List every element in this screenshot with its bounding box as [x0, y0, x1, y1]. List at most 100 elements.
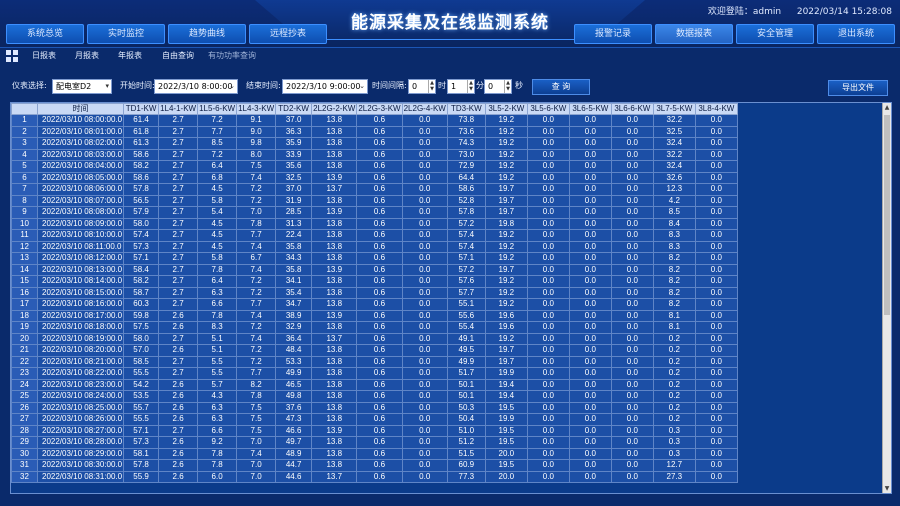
column-header[interactable]: 3L6-6-KW: [610, 103, 654, 115]
export-file-button[interactable]: 导出文件: [828, 80, 888, 96]
table-row[interactable]: 22 2022/03/10 08:21:00.0 58.5 2.7 5.5 7.2 53.3…: [11, 355, 738, 368]
column-header[interactable]: 3L5-6-KW: [526, 103, 570, 115]
column-header[interactable]: [11, 103, 38, 115]
value-cell: 0.6: [356, 298, 403, 311]
column-header[interactable]: 3L7-5-KW: [652, 103, 696, 115]
table-row[interactable]: 31 2022/03/10 08:30:00.0 57.8 2.6 7.8 7.0 44.7…: [11, 459, 738, 472]
hour-stepper[interactable]: 0 ▲ ▼: [408, 79, 436, 94]
table-row[interactable]: 27 2022/03/10 08:26:00.0 55.5 2.6 6.3 7.5 47.3…: [11, 413, 738, 426]
table-row[interactable]: 28 2022/03/10 08:27:00.0 57.1 2.7 6.6 7.5 46.6…: [11, 424, 738, 437]
column-header[interactable]: 3L8-4-KW: [694, 103, 738, 115]
table-row[interactable]: 8 2022/03/10 08:07:00.0 56.5 2.7 5.8 7.2 31.9 1…: [11, 194, 738, 207]
row-number: 16: [11, 286, 38, 299]
spinner-arrows-icon[interactable]: ▲ ▼: [428, 80, 435, 93]
nav-system-overview[interactable]: 系统总览: [6, 24, 84, 44]
table-row[interactable]: 10 2022/03/10 08:09:00.0 58.0 2.7 4.5 7.8 31.3…: [11, 217, 738, 230]
table-row[interactable]: 25 2022/03/10 08:24:00.0 53.5 2.6 4.3 7.8 49.8…: [11, 390, 738, 403]
value-cell: 6.4: [197, 275, 238, 288]
query-button[interactable]: 查 询: [532, 79, 590, 95]
table-row[interactable]: 30 2022/03/10 08:29:00.0 58.1 2.6 7.8 7.4 48.9…: [11, 447, 738, 460]
table-row[interactable]: 3 2022/03/10 08:02:00.0 61.3 2.7 8.5 9.8 35.9 1…: [11, 137, 738, 150]
table-row[interactable]: 5 2022/03/10 08:04:00.0 58.2 2.7 6.4 7.5 35.6 1…: [11, 160, 738, 173]
value-cell: 2.7: [158, 114, 199, 127]
table-row[interactable]: 1 2022/03/10 08:00:00.0 61.4 2.7 7.2 9.1 37.0 1…: [11, 114, 738, 127]
value-cell: 0.6: [356, 217, 403, 230]
table-row[interactable]: 17 2022/03/10 08:16:00.0 60.3 2.7 6.6 7.7 34.7…: [11, 298, 738, 311]
column-header[interactable]: TD3-KW: [446, 103, 486, 115]
table-row[interactable]: 24 2022/03/10 08:23:00.0 54.2 2.6 5.7 8.2 46.5…: [11, 378, 738, 391]
spinner-arrows-icon[interactable]: ▲ ▼: [467, 80, 474, 93]
table-row[interactable]: 14 2022/03/10 08:13:00.0 58.4 2.7 7.8 7.4 35.8…: [11, 263, 738, 276]
nav-trend-curve[interactable]: 趋势曲线: [168, 24, 246, 44]
table-row[interactable]: 6 2022/03/10 08:05:00.0 58.6 2.7 6.8 7.4 32.5 1…: [11, 171, 738, 184]
scroll-up-icon[interactable]: ▲: [883, 103, 891, 112]
tab-yearly-report[interactable]: 年报表: [118, 50, 142, 61]
nav-security[interactable]: 安全管理: [736, 24, 814, 44]
nav-data-report[interactable]: 数据报表: [655, 24, 733, 44]
column-header[interactable]: 3L6-5-KW: [568, 103, 612, 115]
table-row[interactable]: 12 2022/03/10 08:11:00.0 57.3 2.7 4.5 7.4 35.8…: [11, 240, 738, 253]
table-row[interactable]: 15 2022/03/10 08:14:00.0 58.2 2.7 6.4 7.2 34.1…: [11, 275, 738, 288]
table-row[interactable]: 20 2022/03/10 08:19:00.0 58.0 2.7 5.1 7.4 36.4…: [11, 332, 738, 345]
value-cell: 0.0: [401, 148, 448, 161]
value-cell: 36.3: [275, 125, 313, 138]
time-cell: 2022/03/10 08:29:00.0: [36, 447, 125, 460]
table-row[interactable]: 18 2022/03/10 08:17:00.0 59.8 2.6 7.8 7.4 38.9…: [11, 309, 738, 322]
scrollbar-thumb[interactable]: [884, 115, 890, 315]
nav-exit[interactable]: 退出系统: [817, 24, 895, 44]
table-row[interactable]: 7 2022/03/10 08:06:00.0 57.8 2.7 4.5 7.2 37.0 1…: [11, 183, 738, 196]
column-header[interactable]: 时间: [36, 103, 125, 115]
value-cell: 0.0: [568, 378, 612, 391]
tab-free-query[interactable]: 自由查询: [162, 50, 194, 61]
nav-alarm-records[interactable]: 报警记录: [574, 24, 652, 44]
start-time-picker[interactable]: 2022/3/10 8:00:00 ⌄: [154, 79, 238, 94]
tab-active-power-query[interactable]: 有功功率查询: [208, 50, 256, 61]
table-row[interactable]: 4 2022/03/10 08:03:00.0 58.6 2.7 7.2 8.0 33.9 1…: [11, 148, 738, 161]
column-header[interactable]: 1L4-1-KW: [158, 103, 199, 115]
value-cell: 0.0: [610, 309, 654, 322]
column-header[interactable]: 1L5-6-KW: [197, 103, 238, 115]
value-cell: 8.4: [652, 217, 696, 230]
nav-realtime-monitor[interactable]: 实时监控: [87, 24, 165, 44]
table-row[interactable]: 19 2022/03/10 08:18:00.0 57.5 2.6 8.3 7.2 32.9…: [11, 321, 738, 334]
column-header[interactable]: TD2-KW: [275, 103, 313, 115]
table-row[interactable]: 16 2022/03/10 08:15:00.0 58.7 2.7 6.3 7.2 35.4…: [11, 286, 738, 299]
table-row[interactable]: 29 2022/03/10 08:28:00.0 57.3 2.6 9.2 7.0 49.7…: [11, 436, 738, 449]
vertical-scrollbar[interactable]: ▲ ▼: [882, 103, 891, 493]
time-cell: 2022/03/10 08:04:00.0: [36, 160, 125, 173]
column-header[interactable]: 2L2G-2-KW: [311, 103, 358, 115]
value-cell: 19.9: [484, 413, 528, 426]
value-cell: 2.6: [158, 413, 199, 426]
tab-daily-report[interactable]: 日报表: [32, 50, 56, 61]
value-cell: 0.0: [568, 125, 612, 138]
spinner-arrows-icon[interactable]: ▲ ▼: [504, 80, 511, 93]
scroll-down-icon[interactable]: ▼: [883, 484, 891, 493]
meter-select[interactable]: 配电室D2 ▾: [52, 79, 112, 94]
tab-monthly-report[interactable]: 月报表: [75, 50, 99, 61]
column-header[interactable]: TD1-KW: [123, 103, 160, 115]
table-row[interactable]: 21 2022/03/10 08:20:00.0 57.0 2.6 5.1 7.2 48.4…: [11, 344, 738, 357]
row-number: 25: [11, 390, 38, 403]
column-header[interactable]: 3L5-2-KW: [484, 103, 528, 115]
column-header[interactable]: 2L2G-4-KW: [401, 103, 448, 115]
minute-stepper[interactable]: 1 ▲ ▼: [447, 79, 475, 94]
table-row[interactable]: 32 2022/03/10 08:31:00.0 55.9 2.6 6.0 7.0 44.6…: [11, 470, 738, 483]
column-header[interactable]: 2L2G-3-KW: [356, 103, 403, 115]
value-cell: 19.7: [484, 344, 528, 357]
value-cell: 13.8: [311, 148, 358, 161]
table-row[interactable]: 23 2022/03/10 08:22:00.0 55.5 2.7 5.5 7.7 49.9…: [11, 367, 738, 380]
value-cell: 0.6: [356, 332, 403, 345]
grid-menu-icon[interactable]: [6, 50, 18, 62]
value-cell: 58.6: [123, 171, 160, 184]
row-number: 11: [11, 229, 38, 242]
table-row[interactable]: 11 2022/03/10 08:10:00.0 57.4 2.7 4.5 7.7 22.4…: [11, 229, 738, 242]
second-stepper[interactable]: 0 ▲ ▼: [484, 79, 512, 94]
table-row[interactable]: 2 2022/03/10 08:01:00.0 61.8 2.7 7.7 9.0 36.3 1…: [11, 125, 738, 138]
table-row[interactable]: 13 2022/03/10 08:12:00.0 57.1 2.7 5.8 6.7 34.3…: [11, 252, 738, 265]
column-header[interactable]: 1L4-3-KW: [236, 103, 277, 115]
table-row[interactable]: 9 2022/03/10 08:08:00.0 57.9 2.7 5.4 7.0 28.5 1…: [11, 206, 738, 219]
table-row[interactable]: 26 2022/03/10 08:25:00.0 55.7 2.6 6.3 7.5 37.6…: [11, 401, 738, 414]
end-time-picker[interactable]: 2022/3/10 9:00:00 ⌄: [282, 79, 368, 94]
nav-remote-reading[interactable]: 远程抄表: [249, 24, 327, 44]
value-cell: 35.8: [275, 240, 313, 253]
